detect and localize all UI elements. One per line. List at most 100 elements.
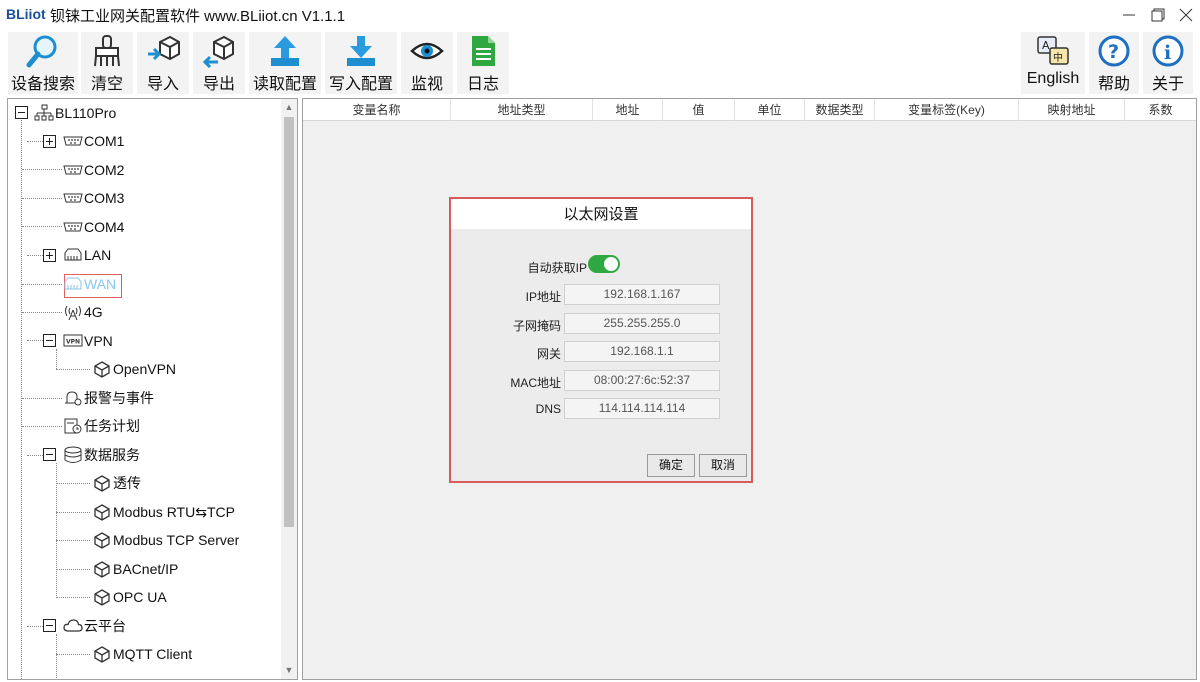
tree-item-com1[interactable]: COM1 <box>63 130 124 152</box>
alarm-gear-icon <box>65 391 82 406</box>
eye-icon <box>410 42 444 60</box>
gateway-field[interactable]: 192.168.1.1 <box>564 341 720 362</box>
toolbar: 设备搜索 清空 导入 导出 读取配置 写入配置 监视 日志 A中 English… <box>0 30 1200 96</box>
tree-item-wan[interactable]: WAN <box>63 273 116 295</box>
com1-expand-toggle[interactable] <box>43 135 56 148</box>
mac-address-field[interactable]: 08:00:27:6c:52:37 <box>564 370 720 391</box>
tree-root-bl110pro[interactable]: BL110Pro <box>34 102 116 124</box>
document-icon <box>472 36 495 66</box>
cube-icon <box>94 532 110 549</box>
cube-icon <box>94 361 110 378</box>
gateway-label: 网关 <box>536 347 561 361</box>
column-header[interactable]: 单位 <box>735 99 805 121</box>
scroll-thumb[interactable] <box>284 117 294 527</box>
tree-item-data-service[interactable]: 数据服务 <box>63 444 140 466</box>
serial-port-icon <box>63 222 83 232</box>
english-button[interactable]: A中 English <box>1021 32 1085 94</box>
tree-item-modbus-tcp-server[interactable]: Modbus TCP Server <box>92 529 239 551</box>
lan-expand-toggle[interactable] <box>43 249 56 262</box>
column-header[interactable]: 地址 <box>593 99 663 121</box>
tree-item-vpn[interactable]: VPN VPN <box>63 330 113 352</box>
tree-item-modbus-rtu-tcp[interactable]: Modbus RTU⇆TCP <box>92 501 235 523</box>
mac-address-label: MAC地址 <box>510 376 561 390</box>
ip-address-field[interactable]: 192.168.1.167 <box>564 284 720 305</box>
database-icon <box>64 446 82 463</box>
ok-button[interactable]: 确定 <box>647 454 695 477</box>
monitor-button[interactable]: 监视 <box>401 32 453 94</box>
ethernet-port-icon <box>64 277 82 290</box>
info-icon: i <box>1152 35 1184 67</box>
column-header[interactable]: 地址类型 <box>451 99 593 121</box>
restore-icon <box>1151 8 1165 22</box>
ip-address-label: IP地址 <box>525 290 561 304</box>
close-button[interactable] <box>1172 4 1200 26</box>
svg-text:i: i <box>1164 42 1171 64</box>
svg-text:中: 中 <box>1053 51 1063 64</box>
dns-field[interactable]: 114.114.114.114 <box>564 398 720 419</box>
clear-button[interactable]: 清空 <box>81 32 133 94</box>
device-tree[interactable]: BL110Pro COM1 COM2 COM3 COM4 LAN WAN 4G … <box>7 98 298 680</box>
import-box-icon <box>148 35 180 61</box>
dns-label: DNS <box>535 402 561 416</box>
export-button[interactable]: 导出 <box>193 32 245 94</box>
subnet-mask-field[interactable]: 255.255.255.0 <box>564 313 720 334</box>
cube-icon <box>94 504 110 521</box>
tree-item-passthrough[interactable]: 透传 <box>92 472 141 494</box>
tree-item-com2[interactable]: COM2 <box>63 159 124 181</box>
window-title: 钡铼工业网关配置软件 www.BLiiot.cn V1.1.1 <box>50 8 346 25</box>
tree-item-bacnet-ip[interactable]: BACnet/IP <box>92 558 178 580</box>
title-bar: BLiiot 钡铼工业网关配置软件 www.BLiiot.cn V1.1.1 <box>0 0 1200 30</box>
dialog-title: 以太网设置 <box>451 199 751 229</box>
log-button[interactable]: 日志 <box>457 32 509 94</box>
column-header[interactable]: 值 <box>663 99 735 121</box>
vpn-icon: VPN <box>63 334 83 347</box>
minimize-button[interactable] <box>1115 4 1143 26</box>
column-header[interactable]: 数据类型 <box>805 99 875 121</box>
tree-item-mqtt-client[interactable]: MQTT Client <box>92 643 192 665</box>
close-icon <box>1179 8 1193 22</box>
tree-item-openvpn[interactable]: OpenVPN <box>92 358 176 380</box>
data-service-collapse-toggle[interactable] <box>43 448 56 461</box>
read-config-button[interactable]: 读取配置 <box>249 32 321 94</box>
tree-item-com4[interactable]: COM4 <box>63 216 124 238</box>
vpn-collapse-toggle[interactable] <box>43 334 56 347</box>
cancel-button[interactable]: 取消 <box>699 454 747 477</box>
restore-button[interactable] <box>1143 4 1171 26</box>
svg-text:?: ? <box>1108 41 1119 63</box>
svg-text:A: A <box>1042 39 1050 52</box>
cloud-icon <box>63 619 83 632</box>
column-header[interactable]: 映射地址 <box>1019 99 1125 121</box>
tree-item-alarm-events[interactable]: 报警与事件 <box>63 387 154 409</box>
help-button[interactable]: ? 帮助 <box>1089 32 1139 94</box>
app-brand: BLiiot <box>6 6 46 22</box>
import-button[interactable]: 导入 <box>137 32 189 94</box>
magnifier-icon <box>26 35 57 68</box>
network-tree-icon <box>34 104 54 121</box>
minimize-icon <box>1123 14 1135 16</box>
cube-icon <box>94 589 110 606</box>
tree-item-4g[interactable]: 4G <box>63 301 103 323</box>
tree-item-com3[interactable]: COM3 <box>63 187 124 209</box>
root-collapse-toggle[interactable] <box>15 106 28 119</box>
column-header[interactable]: 变量标签(Key) <box>875 99 1019 121</box>
scroll-up-icon[interactable]: ▲ <box>284 102 294 112</box>
device-search-button[interactable]: 设备搜索 <box>8 32 78 94</box>
help-icon: ? <box>1098 35 1130 67</box>
svg-text:VPN: VPN <box>66 339 80 346</box>
ethernet-port-icon <box>64 248 82 261</box>
schedule-icon <box>64 418 82 434</box>
tree-item-lan[interactable]: LAN <box>63 244 111 266</box>
column-header[interactable]: 系数 <box>1125 99 1196 121</box>
tree-item-task-schedule[interactable]: 任务计划 <box>63 415 140 437</box>
tree-item-cloud-platform[interactable]: 云平台 <box>63 615 126 637</box>
column-header[interactable]: 变量名称 <box>303 99 451 121</box>
download-arrow-icon <box>347 36 375 66</box>
cloud-collapse-toggle[interactable] <box>43 619 56 632</box>
about-button[interactable]: i 关于 <box>1143 32 1193 94</box>
cube-icon <box>94 475 110 492</box>
auto-ip-toggle[interactable] <box>588 255 620 273</box>
tree-item-opc-ua[interactable]: OPC UA <box>92 586 167 608</box>
write-config-button[interactable]: 写入配置 <box>325 32 397 94</box>
tree-scrollbar[interactable]: ▲ ▼ <box>281 99 297 679</box>
scroll-down-icon[interactable]: ▼ <box>284 665 294 675</box>
